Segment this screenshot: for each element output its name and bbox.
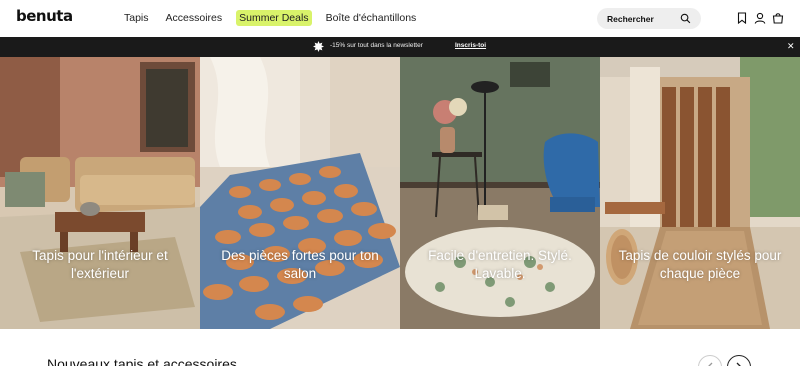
category-tiles: Tapis pour l'intérieur et l'extérieur De… bbox=[0, 57, 800, 329]
newsletter-signup-link[interactable]: Inscris-toi bbox=[455, 42, 486, 49]
badge-star-icon bbox=[313, 41, 324, 52]
promo-text: -15% sur tout dans la newsletter bbox=[330, 42, 423, 49]
site-header: benuta Tapis Accessoires Summer Deals Bo… bbox=[0, 0, 800, 37]
tile-runners[interactable]: Tapis de couloir stylés pour chaque pièc… bbox=[600, 57, 800, 329]
carousel-prev-button[interactable] bbox=[698, 355, 722, 366]
tile-image-runner bbox=[600, 57, 800, 329]
main-nav: Tapis Accessoires Summer Deals Boîte d'é… bbox=[121, 10, 430, 26]
carousel-next-button[interactable] bbox=[727, 355, 751, 366]
wishlist-icon[interactable] bbox=[736, 12, 748, 24]
search-label: Rechercher bbox=[607, 13, 654, 24]
tile-caption: Tapis pour l'intérieur et l'extérieur bbox=[32, 248, 168, 281]
tile-caption: Des pièces fortes pour ton salon bbox=[221, 248, 379, 281]
tile-caption: Facile d'entretien. Stylé. Lavable. bbox=[428, 248, 572, 281]
close-icon[interactable]: ✕ bbox=[787, 41, 795, 52]
nav-item-summer-deals[interactable]: Summer Deals bbox=[236, 10, 312, 26]
chevron-right-icon bbox=[736, 362, 741, 366]
tile-washable[interactable]: Facile d'entretien. Stylé. Lavable. bbox=[400, 57, 600, 329]
promo-bar: -15% sur tout dans la newsletter Inscris… bbox=[0, 37, 800, 57]
search-icon[interactable] bbox=[680, 13, 691, 24]
account-icon[interactable] bbox=[754, 12, 766, 24]
cart-icon[interactable] bbox=[772, 12, 784, 24]
tile-image-washable-rug bbox=[400, 57, 600, 329]
section-title: Nouveaux tapis et accessoires bbox=[47, 356, 237, 366]
tile-indoor-outdoor[interactable]: Tapis pour l'intérieur et l'extérieur bbox=[0, 57, 200, 329]
nav-item-tapis[interactable]: Tapis bbox=[121, 10, 152, 26]
benuta-logo[interactable]: benuta bbox=[16, 7, 73, 25]
tile-salon[interactable]: Des pièces fortes pour ton salon bbox=[200, 57, 400, 329]
search-input[interactable]: Rechercher bbox=[597, 8, 701, 29]
tile-image-salon-rug bbox=[200, 57, 400, 329]
tile-image-terrace bbox=[0, 57, 200, 329]
tile-caption: Tapis de couloir stylés pour chaque pièc… bbox=[618, 248, 782, 281]
nav-item-sample-box[interactable]: Boîte d'échantillons bbox=[323, 10, 420, 26]
chevron-left-icon bbox=[708, 362, 713, 366]
nav-item-accessoires[interactable]: Accessoires bbox=[163, 10, 226, 26]
